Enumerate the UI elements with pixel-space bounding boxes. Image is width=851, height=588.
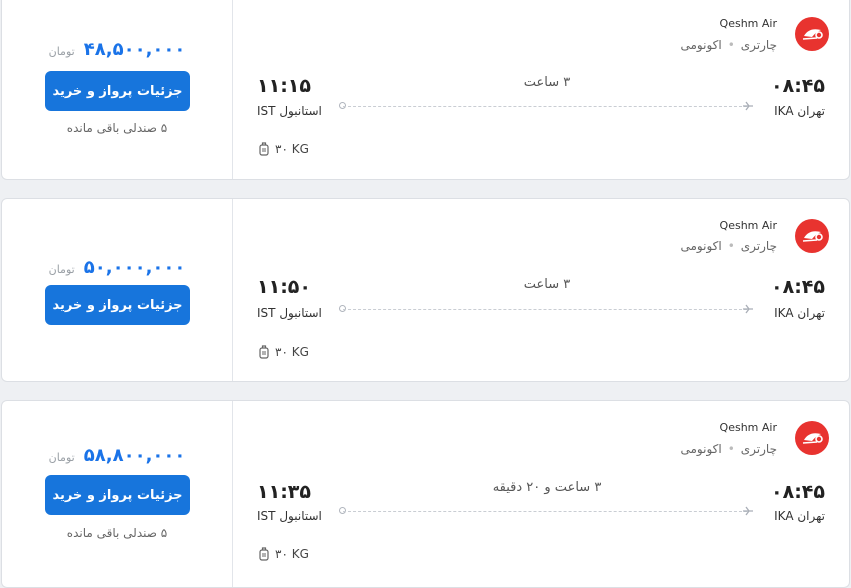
flight-details-buy-button[interactable]: جزئیات پرواز و خرید xyxy=(45,71,190,111)
route-line xyxy=(343,309,747,310)
arrival-time: ۱۱:۳۵ xyxy=(257,481,311,503)
airline-name: Qeshm Air xyxy=(719,17,777,30)
baggage-allowance: ۳۰ KG xyxy=(259,345,309,359)
airline-name: Qeshm Air xyxy=(719,219,777,232)
luggage-icon xyxy=(259,547,269,561)
card-divider xyxy=(232,401,233,587)
flight-card: ۵۰,۰۰۰,۰۰۰ تومان جزئیات پرواز و خرید Qes… xyxy=(1,198,850,382)
departure-city: تهران IKA xyxy=(774,509,825,523)
airline-logo-icon xyxy=(795,421,829,455)
baggage-allowance: ۳۰ KG xyxy=(259,142,309,156)
charter-tag: چارتری xyxy=(740,239,777,253)
charter-tag: چارتری xyxy=(740,442,777,456)
departure-city: تهران IKA xyxy=(774,306,825,320)
departure-time: ۰۸:۴۵ xyxy=(771,276,825,298)
card-divider xyxy=(232,199,233,381)
currency-label: تومان xyxy=(48,45,75,58)
departure-time: ۰۸:۴۵ xyxy=(771,481,825,503)
price: ۵۰,۰۰۰,۰۰۰ xyxy=(83,257,186,278)
plane-icon xyxy=(743,101,753,111)
card-divider xyxy=(232,0,233,179)
cabin-tag: اکونومی xyxy=(680,38,722,52)
arrival-city: استانبول IST xyxy=(257,306,322,320)
departure-city: تهران IKA xyxy=(774,104,825,118)
arrival-time: ۱۱:۱۵ xyxy=(257,75,311,97)
seats-remaining: ۵ صندلی باقی مانده xyxy=(66,526,168,540)
baggage-weight: ۳۰ KG xyxy=(275,142,309,156)
flight-card: ۴۸,۵۰۰,۰۰۰ تومان جزئیات پرواز و خرید ۵ ص… xyxy=(1,0,850,180)
flight-duration: ۳ ساعت xyxy=(523,277,571,292)
cabin-tag: اکونومی xyxy=(680,442,722,456)
arrival-time: ۱۱:۵۰ xyxy=(257,276,311,298)
plane-icon xyxy=(743,506,753,516)
baggage-allowance: ۳۰ KG xyxy=(259,547,309,561)
flight-duration: ۳ ساعت xyxy=(523,75,571,90)
arrival-city: استانبول IST xyxy=(257,104,322,118)
flight-tags: چارتری•اکونومی xyxy=(680,442,777,456)
price: ۴۸,۵۰۰,۰۰۰ xyxy=(83,39,186,60)
arrival-city: استانبول IST xyxy=(257,509,322,523)
airline-name: Qeshm Air xyxy=(719,421,777,434)
seats-remaining: ۵ صندلی باقی مانده xyxy=(66,121,168,135)
price-row: ۴۸,۵۰۰,۰۰۰ تومان xyxy=(2,39,232,60)
currency-label: تومان xyxy=(48,263,75,276)
flight-card: ۵۸,۸۰۰,۰۰۰ تومان جزئیات پرواز و خرید ۵ ص… xyxy=(1,400,850,588)
currency-label: تومان xyxy=(48,451,75,464)
route-line xyxy=(343,106,747,107)
cabin-tag: اکونومی xyxy=(680,239,722,253)
plane-icon xyxy=(743,304,753,314)
flight-details-buy-button[interactable]: جزئیات پرواز و خرید xyxy=(45,285,190,325)
baggage-weight: ۳۰ KG xyxy=(275,345,309,359)
luggage-icon xyxy=(259,142,269,156)
price-row: ۵۰,۰۰۰,۰۰۰ تومان xyxy=(2,257,232,278)
luggage-icon xyxy=(259,345,269,359)
flight-tags: چارتری•اکونومی xyxy=(680,239,777,253)
flight-tags: چارتری•اکونومی xyxy=(680,38,777,52)
airline-logo-icon xyxy=(795,219,829,253)
charter-tag: چارتری xyxy=(740,38,777,52)
flight-details-buy-button[interactable]: جزئیات پرواز و خرید xyxy=(45,475,190,515)
price-row: ۵۸,۸۰۰,۰۰۰ تومان xyxy=(2,445,232,466)
price: ۵۸,۸۰۰,۰۰۰ xyxy=(83,445,186,466)
departure-time: ۰۸:۴۵ xyxy=(771,75,825,97)
flight-duration: ۳ ساعت و ۲۰ دقیقه xyxy=(492,480,602,495)
baggage-weight: ۳۰ KG xyxy=(275,547,309,561)
route-line xyxy=(343,511,747,512)
airline-logo-icon xyxy=(795,17,829,51)
